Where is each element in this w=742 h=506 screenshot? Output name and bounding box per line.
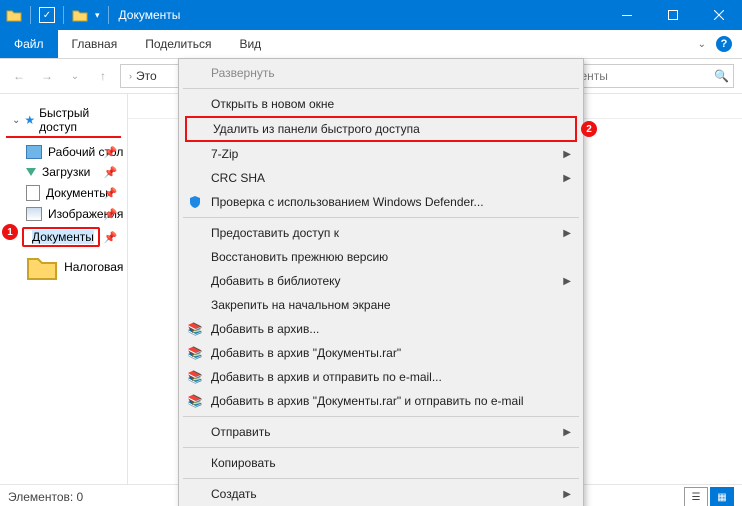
menu-defender[interactable]: Проверка с использованием Windows Defend… (181, 190, 581, 214)
menu-archive-email[interactable]: 📚Добавить в архив и отправить по e-mail.… (181, 365, 581, 389)
sidebar-item-documents-selected[interactable]: Документы 📌 (0, 224, 127, 250)
sidebar-item-desktop[interactable]: Рабочий стол 📌 (0, 142, 127, 162)
star-icon: ★ (24, 113, 35, 127)
menu-add-archive[interactable]: 📚Добавить в архив... (181, 317, 581, 341)
folder-icon (6, 7, 22, 23)
context-menu: Развернуть Открыть в новом окне Удалить … (178, 58, 584, 506)
annotation-marker-1: 1 (2, 224, 18, 240)
close-button[interactable] (696, 0, 742, 30)
details-view-button[interactable]: ☰ (684, 487, 708, 506)
menu-give-access[interactable]: Предоставить доступ к▶ (181, 221, 581, 245)
quick-access-toolbar: ✓ ▾ (0, 6, 113, 24)
search-icon[interactable]: 🔍 (714, 69, 729, 83)
explorer-window: ✓ ▾ Документы Файл Главная Поделиться Ви… (0, 0, 742, 506)
submenu-arrow-icon: ▶ (563, 489, 571, 500)
pictures-icon (26, 207, 42, 221)
books-icon: 📚 (187, 369, 203, 385)
desktop-icon (26, 145, 42, 159)
pin-icon: 📌 (104, 187, 118, 200)
submenu-arrow-icon: ▶ (563, 276, 571, 287)
books-icon: 📚 (187, 345, 203, 361)
breadcrumb-segment[interactable]: Это (136, 69, 157, 83)
submenu-arrow-icon: ▶ (563, 228, 571, 239)
menu-expand[interactable]: Развернуть (181, 61, 581, 85)
titlebar: ✓ ▾ Документы (0, 0, 742, 30)
back-button[interactable]: ← (8, 65, 30, 87)
quick-access-label: Быстрый доступ (39, 106, 115, 134)
thumbnails-view-button[interactable]: ▦ (710, 487, 734, 506)
qat-dropdown-icon[interactable]: ▾ (95, 10, 100, 21)
file-tab[interactable]: Файл (0, 30, 58, 58)
menu-7zip[interactable]: 7-Zip▶ (181, 142, 581, 166)
menu-pin-start[interactable]: Закрепить на начальном экране (181, 293, 581, 317)
menu-restore-previous[interactable]: Восстановить прежнюю версию (181, 245, 581, 269)
folder-icon (72, 7, 88, 23)
forward-button[interactable]: → (36, 65, 58, 87)
menu-create[interactable]: Создать▶ (181, 482, 581, 506)
share-tab[interactable]: Поделиться (131, 30, 225, 58)
submenu-arrow-icon: ▶ (563, 149, 571, 160)
menu-remove-quick-access-highlighted: Удалить из панели быстрого доступа 2 (185, 116, 577, 142)
books-icon: 📚 (187, 321, 203, 337)
menu-copy[interactable]: Копировать (181, 451, 581, 475)
help-icon[interactable]: ? (716, 36, 732, 52)
quick-access-header[interactable]: ⌄ ★ Быстрый доступ (6, 104, 121, 138)
submenu-arrow-icon: ▶ (563, 173, 571, 184)
menu-send-to[interactable]: Отправить▶ (181, 420, 581, 444)
ribbon-tabs: Файл Главная Поделиться Вид ⌄ ? (0, 30, 742, 59)
up-button[interactable]: ↑ (92, 65, 114, 87)
home-tab[interactable]: Главная (58, 30, 132, 58)
pin-icon: 📌 (104, 146, 118, 159)
submenu-arrow-icon: ▶ (563, 427, 571, 438)
window-title: Документы (119, 8, 181, 22)
pin-icon: 📌 (104, 208, 118, 221)
sidebar-item-documents[interactable]: Документы 📌 (0, 182, 127, 204)
document-icon (26, 185, 40, 201)
annotation-marker-2: 2 (581, 121, 597, 137)
minimize-button[interactable] (604, 0, 650, 30)
view-tab[interactable]: Вид (225, 30, 275, 58)
maximize-button[interactable] (650, 0, 696, 30)
sidebar-item-tax[interactable]: Налоговая (0, 250, 127, 284)
books-icon: 📚 (187, 393, 203, 409)
ribbon-collapse-icon[interactable]: ⌄ (698, 39, 706, 50)
menu-add-library[interactable]: Добавить в библиотеку▶ (181, 269, 581, 293)
menu-add-rar[interactable]: 📚Добавить в архив "Документы.rar" (181, 341, 581, 365)
history-dropdown[interactable]: ⌄ (64, 65, 86, 87)
sidebar-item-pictures[interactable]: Изображения 📌 (0, 204, 127, 224)
menu-remove-quick-access[interactable]: Удалить из панели быстрого доступа (187, 118, 575, 140)
menu-open-new-window[interactable]: Открыть в новом окне (181, 92, 581, 116)
downloads-icon (26, 168, 36, 176)
pin-icon: 📌 (104, 231, 118, 244)
folder-icon (26, 253, 58, 281)
menu-rar-email[interactable]: 📚Добавить в архив "Документы.rar" и отпр… (181, 389, 581, 413)
navigation-pane: ⌄ ★ Быстрый доступ Рабочий стол 📌 Загруз… (0, 94, 128, 484)
item-count: Элементов: 0 (8, 490, 83, 504)
pin-icon: 📌 (104, 166, 118, 179)
checkbox-icon[interactable]: ✓ (39, 7, 55, 23)
menu-crc-sha[interactable]: CRC SHA▶ (181, 166, 581, 190)
sidebar-item-downloads[interactable]: Загрузки 📌 (0, 162, 127, 182)
shield-icon (187, 194, 203, 210)
